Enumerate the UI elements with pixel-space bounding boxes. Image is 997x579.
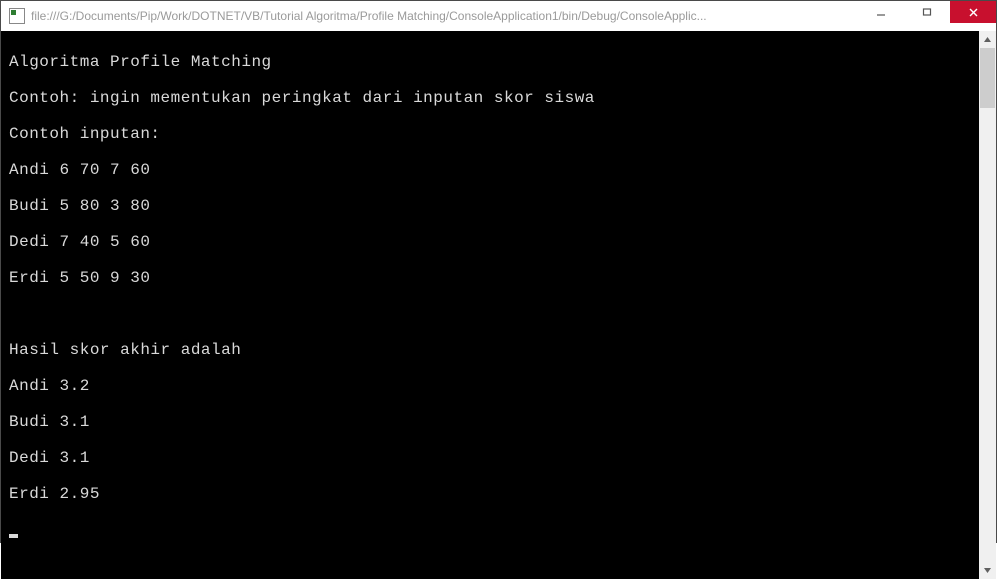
window-title: file:///G:/Documents/Pip/Work/DOTNET/VB/… bbox=[31, 9, 858, 23]
chevron-down-icon bbox=[983, 566, 992, 575]
titlebar[interactable]: file:///G:/Documents/Pip/Work/DOTNET/VB/… bbox=[1, 1, 996, 31]
console-line: Algoritma Profile Matching bbox=[9, 53, 975, 71]
vertical-scrollbar[interactable] bbox=[979, 31, 996, 579]
client-area: Algoritma Profile Matching Contoh: ingin… bbox=[1, 31, 996, 579]
cursor-icon bbox=[9, 534, 18, 538]
console-line bbox=[9, 305, 975, 323]
minimize-button[interactable] bbox=[858, 1, 904, 23]
console-line: Contoh inputan: bbox=[9, 125, 975, 143]
console-cursor-line bbox=[9, 521, 975, 539]
console-line: Hasil skor akhir adalah bbox=[9, 341, 975, 359]
maximize-button[interactable] bbox=[904, 1, 950, 23]
console-line: Dedi 3.1 bbox=[9, 449, 975, 467]
console-line: Contoh: ingin mementukan peringkat dari … bbox=[9, 89, 975, 107]
console-line: Budi 5 80 3 80 bbox=[9, 197, 975, 215]
scroll-down-button[interactable] bbox=[979, 562, 996, 579]
close-button[interactable] bbox=[950, 1, 996, 23]
scrollbar-track[interactable] bbox=[979, 48, 996, 562]
console-window: file:///G:/Documents/Pip/Work/DOTNET/VB/… bbox=[0, 0, 997, 543]
minimize-icon bbox=[876, 7, 886, 17]
close-icon bbox=[968, 7, 979, 18]
console-line: Erdi 5 50 9 30 bbox=[9, 269, 975, 287]
console-line: Budi 3.1 bbox=[9, 413, 975, 431]
maximize-icon bbox=[922, 7, 932, 17]
console-line: Andi 3.2 bbox=[9, 377, 975, 395]
console-line: Erdi 2.95 bbox=[9, 485, 975, 503]
app-icon bbox=[9, 8, 25, 24]
window-controls bbox=[858, 1, 996, 31]
scrollbar-thumb[interactable] bbox=[980, 48, 995, 108]
chevron-up-icon bbox=[983, 35, 992, 44]
console-line: Dedi 7 40 5 60 bbox=[9, 233, 975, 251]
console-line: Andi 6 70 7 60 bbox=[9, 161, 975, 179]
scroll-up-button[interactable] bbox=[979, 31, 996, 48]
console-output[interactable]: Algoritma Profile Matching Contoh: ingin… bbox=[1, 31, 979, 579]
